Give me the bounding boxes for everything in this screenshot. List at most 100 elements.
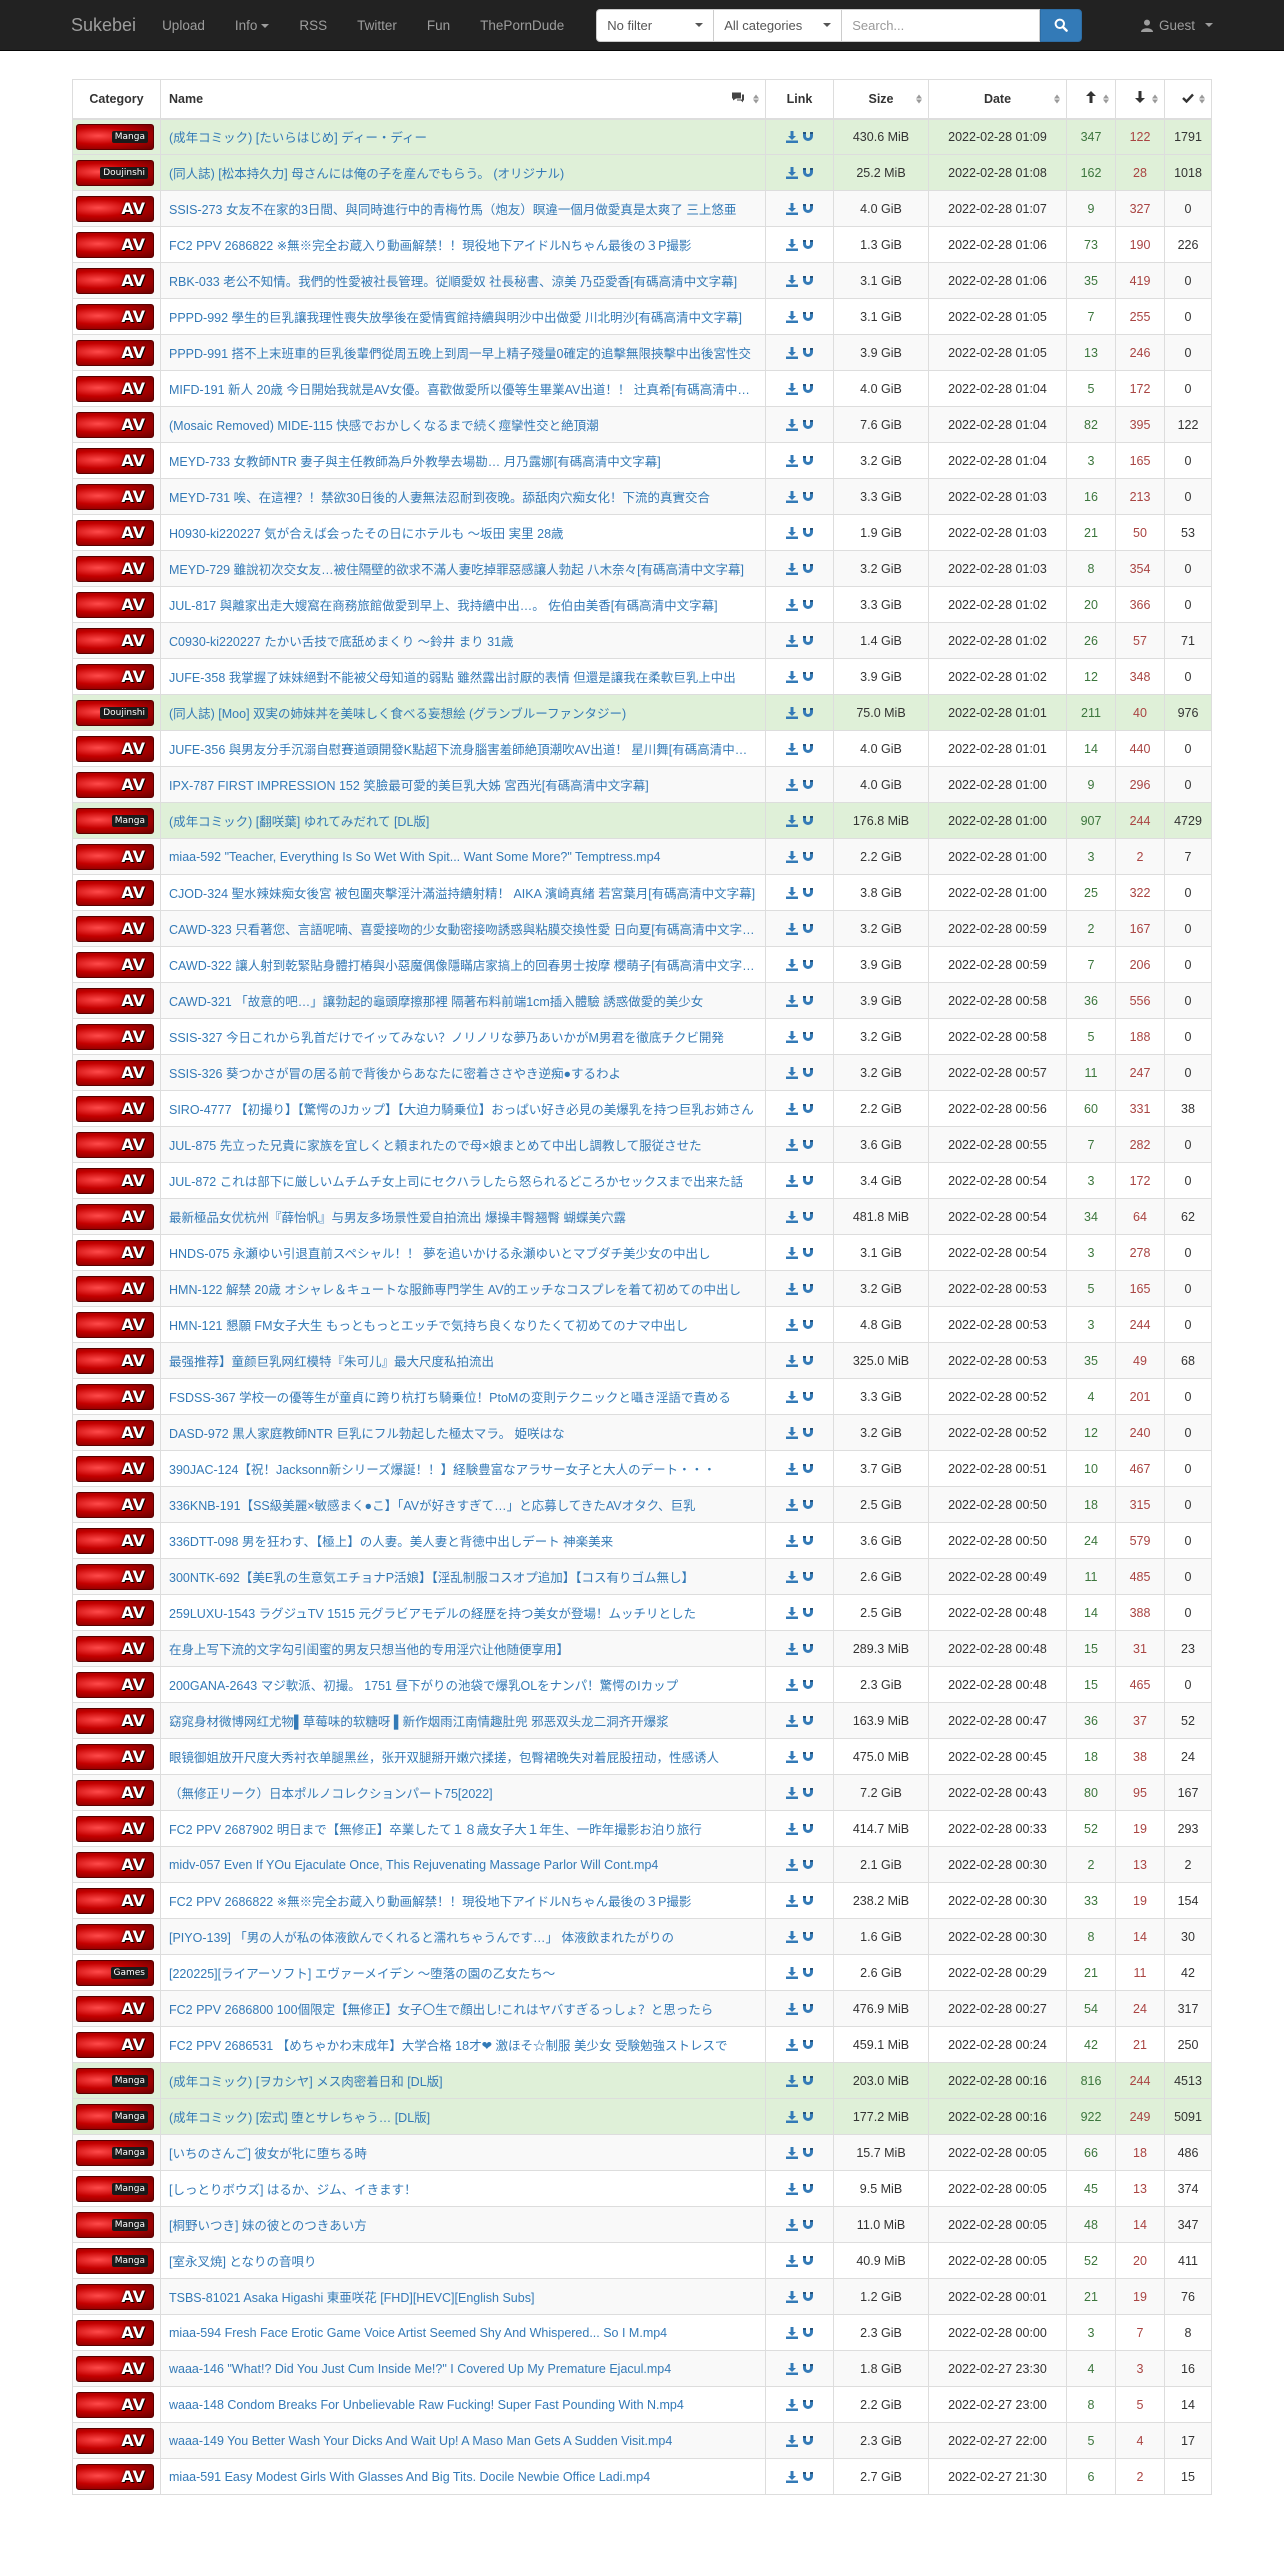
torrent-link[interactable]: midv-057 Even If YOu Ejaculate Once, Thi… — [169, 1858, 757, 1872]
download-icon[interactable] — [785, 1787, 798, 1800]
category-badge[interactable]: AV — [76, 1851, 154, 1878]
magnet-icon[interactable] — [802, 1319, 814, 1331]
download-icon[interactable] — [785, 851, 798, 864]
category-badge[interactable]: AV — [76, 987, 154, 1014]
torrent-link[interactable]: (成年コミック) [翻咲葉] ゆれてみだれて [DL版] — [169, 811, 757, 830]
download-icon[interactable] — [785, 383, 798, 396]
magnet-icon[interactable] — [802, 1967, 814, 1979]
magnet-icon[interactable] — [802, 1823, 814, 1835]
download-icon[interactable] — [785, 743, 798, 756]
download-icon[interactable] — [785, 1931, 798, 1944]
category-badge[interactable]: AV — [76, 1563, 154, 1590]
nav-rss[interactable]: RSS — [299, 18, 327, 33]
magnet-icon[interactable] — [802, 1607, 814, 1619]
magnet-icon[interactable] — [802, 1031, 814, 1043]
download-icon[interactable] — [785, 527, 798, 540]
category-badge[interactable]: AV — [76, 1347, 154, 1374]
category-select[interactable]: All categories — [714, 8, 843, 42]
category-badge[interactable]: AV — [76, 1815, 154, 1842]
download-icon[interactable] — [785, 347, 798, 360]
torrent-link[interactable]: FC2 PPV 2687902 明日まで【無修正】卒業したて１８歳女子大１年生、… — [169, 1819, 757, 1838]
category-badge[interactable]: AV — [76, 1059, 154, 1086]
torrent-link[interactable]: MEYD-729 雖說初次交女友…被住隔壁的欲求不滿人妻吃掉罪惡感讓人勃起 八木… — [169, 559, 757, 578]
category-badge[interactable]: AV — [76, 231, 154, 258]
magnet-icon[interactable] — [802, 1643, 814, 1655]
torrent-link[interactable]: FC2 PPV 2686531 【めちゃかわ末成年】大学合格 18才❤ 激ほそ☆… — [169, 2035, 757, 2054]
category-badge[interactable]: AV — [76, 483, 154, 510]
download-icon[interactable] — [785, 671, 798, 684]
category-badge[interactable]: Games — [76, 1959, 154, 1986]
category-badge[interactable]: Manga — [76, 2139, 154, 2166]
torrent-link[interactable]: H0930-ki220227 気が合えば会ったその日にホテルも ～坂田 実里 2… — [169, 523, 757, 542]
category-badge[interactable]: AV — [76, 1275, 154, 1302]
download-icon[interactable] — [785, 1283, 798, 1296]
download-icon[interactable] — [785, 1499, 798, 1512]
download-icon[interactable] — [785, 815, 798, 828]
category-badge[interactable]: AV — [76, 519, 154, 546]
download-icon[interactable] — [785, 1535, 798, 1548]
magnet-icon[interactable] — [802, 2363, 814, 2375]
category-badge[interactable]: AV — [76, 339, 154, 366]
magnet-icon[interactable] — [802, 671, 814, 683]
magnet-icon[interactable] — [802, 1751, 814, 1763]
category-badge[interactable]: AV — [76, 1311, 154, 1338]
torrent-link[interactable]: waaa-146 "What!? Did You Just Cum Inside… — [169, 2362, 757, 2376]
download-icon[interactable] — [785, 1571, 798, 1584]
category-badge[interactable]: AV — [76, 2355, 154, 2382]
col-date[interactable]: Date — [928, 79, 1067, 120]
col-completed[interactable] — [1164, 79, 1212, 120]
torrent-link[interactable]: CAWD-323 只看著您、言語呢喃、喜愛接吻的少女動密接吻誘惑與粘膜交換性愛 … — [169, 919, 757, 938]
category-badge[interactable]: AV — [76, 2391, 154, 2418]
category-badge[interactable]: Doujinshi — [76, 159, 154, 186]
magnet-icon[interactable] — [802, 311, 814, 323]
magnet-icon[interactable] — [802, 563, 814, 575]
torrent-link[interactable]: FC2 PPV 2686822 ※無※完全お蔵入り動画解禁！！現役地下アイドルN… — [169, 235, 757, 254]
download-icon[interactable] — [785, 491, 798, 504]
torrent-link[interactable]: PPPD-991 搭不上末班車的巨乳後輩們從周五晚上到周一早上精子殘量0確定的追… — [169, 343, 757, 362]
magnet-icon[interactable] — [802, 1391, 814, 1403]
category-badge[interactable]: AV — [76, 843, 154, 870]
magnet-icon[interactable] — [802, 1211, 814, 1223]
download-icon[interactable] — [785, 1391, 798, 1404]
download-icon[interactable] — [785, 2399, 798, 2412]
category-badge[interactable]: AV — [76, 735, 154, 762]
category-badge[interactable]: AV — [76, 447, 154, 474]
download-icon[interactable] — [785, 275, 798, 288]
category-badge[interactable]: AV — [76, 267, 154, 294]
category-badge[interactable]: AV — [76, 1527, 154, 1554]
category-badge[interactable]: AV — [76, 2031, 154, 2058]
download-icon[interactable] — [785, 2291, 798, 2304]
category-badge[interactable]: Manga — [76, 807, 154, 834]
category-badge[interactable]: AV — [76, 1239, 154, 1266]
download-icon[interactable] — [785, 2255, 798, 2268]
download-icon[interactable] — [785, 2435, 798, 2448]
magnet-icon[interactable] — [802, 2039, 814, 2051]
torrent-link[interactable]: miaa-594 Fresh Face Erotic Game Voice Ar… — [169, 2326, 757, 2340]
torrent-link[interactable]: JUFE-356 與男友分手沉溺自慰賽道頭開發K點超下流身腦害羞師絶頂潮吹AV出… — [169, 739, 757, 758]
torrent-link[interactable]: HMN-122 解禁 20歳 オシャレ＆キュートな服飾専門学生 AV的エッチなコ… — [169, 1279, 757, 1298]
category-badge[interactable]: Manga — [76, 123, 154, 150]
download-icon[interactable] — [785, 1067, 798, 1080]
torrent-link[interactable]: [いちのさんご] 彼女が牝に堕ちる時 — [169, 2143, 757, 2162]
nav-twitter[interactable]: Twitter — [357, 18, 397, 33]
category-badge[interactable]: AV — [76, 1779, 154, 1806]
download-icon[interactable] — [785, 1031, 798, 1044]
download-icon[interactable] — [785, 1607, 798, 1620]
torrent-link[interactable]: [桐野いつき] 妹の彼とのつきあい方 — [169, 2215, 757, 2234]
download-icon[interactable] — [785, 1895, 798, 1908]
category-badge[interactable]: Manga — [76, 2175, 154, 2202]
category-badge[interactable]: Manga — [76, 2211, 154, 2238]
download-icon[interactable] — [785, 1715, 798, 1728]
magnet-icon[interactable] — [802, 491, 814, 503]
torrent-link[interactable]: (Mosaic Removed) MIDE-115 快感でおかしくなるまで続く痙… — [169, 415, 757, 434]
magnet-icon[interactable] — [802, 2435, 814, 2447]
torrent-link[interactable]: CAWD-322 讓人射到乾緊貼身體打樁與小惡魔偶像隱瞞店家搞上的回春男士按摩 … — [169, 955, 757, 974]
magnet-icon[interactable] — [802, 707, 814, 719]
torrent-link[interactable]: DASD-972 黒人家庭教師NTR 巨乳にフル勃起した極太マラ。 姫咲はな — [169, 1423, 757, 1442]
torrent-link[interactable]: 窈窕身材微博网红尤物▌草莓味的软糖呀 ▌新作烟雨江南情趣肚兜 邪恶双头龙二洞齐开… — [169, 1711, 757, 1730]
torrent-link[interactable]: MEYD-733 女教師NTR 妻子與主任教師為戶外教學去場勘… 月乃露娜[有碼… — [169, 451, 757, 470]
torrent-link[interactable]: 390JAC-124【祝！Jacksonn新シリーズ爆誕！！】経験豊富なアラサー… — [169, 1459, 757, 1478]
category-badge[interactable]: AV — [76, 771, 154, 798]
torrent-link[interactable]: 眼镜御姐放开尺度大秀衬衣单腿黑丝，张开双腿掰开嫩穴揉搓，包臀裙晚失对着屁股扭动，… — [169, 1747, 757, 1766]
category-badge[interactable]: AV — [76, 411, 154, 438]
